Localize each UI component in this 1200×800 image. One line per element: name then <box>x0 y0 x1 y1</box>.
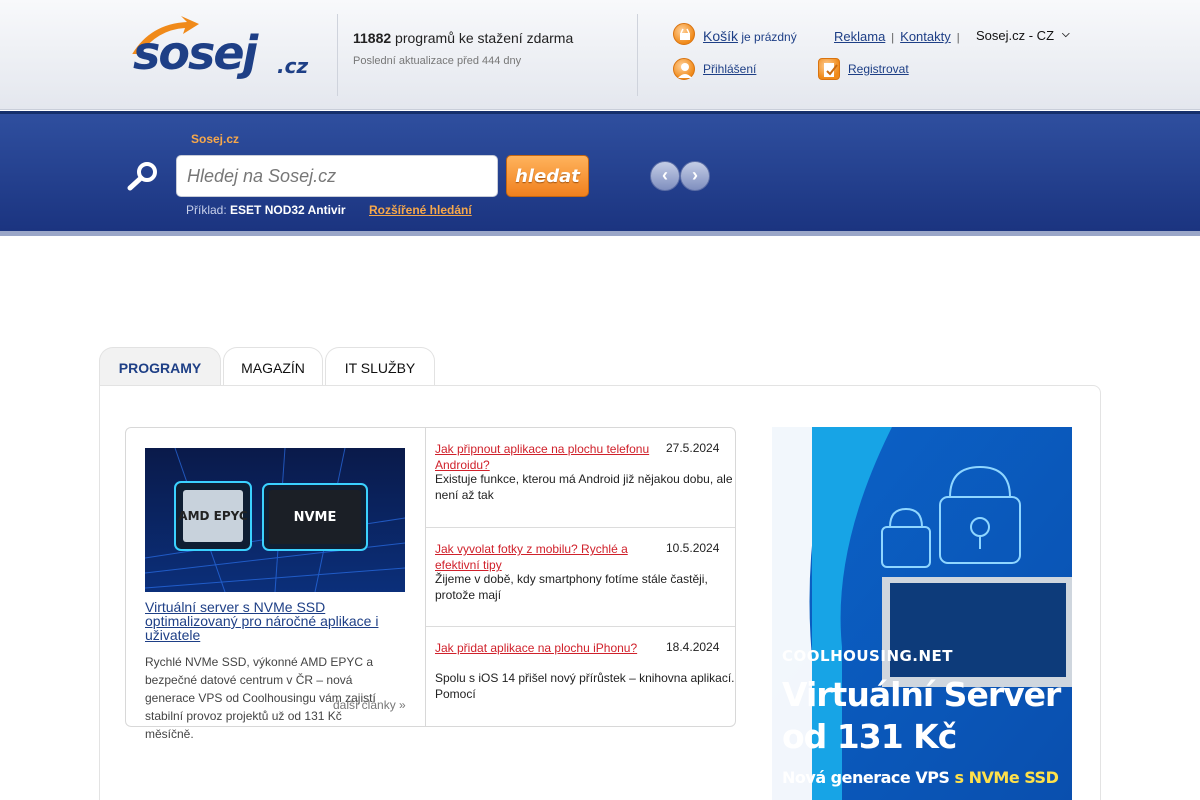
logo-domain: .cz <box>277 54 309 78</box>
chip-left-label: AMD EPYC <box>178 509 248 523</box>
advanced-search-link[interactable]: Rozšířené hledání <box>369 203 472 217</box>
program-count: 11882 <box>353 30 392 46</box>
news-separator <box>426 626 735 627</box>
contacts-link[interactable]: Kontakty <box>900 29 951 44</box>
register-icon[interactable] <box>818 58 840 80</box>
search-input[interactable] <box>176 155 498 197</box>
ad-brand: COOLHOUSING.NET <box>782 647 954 665</box>
chevron-down-icon: ⌵ <box>1062 29 1070 40</box>
last-update: Poslední aktualizace před 444 dny <box>353 55 522 67</box>
news-title[interactable]: Jak vyvolat fotky z mobilu? Rychlé a efe… <box>435 541 650 573</box>
site-header: sosej .cz 11882 programů ke stažení zdar… <box>0 0 1200 110</box>
advertisement-banner[interactable]: COOLHOUSING.NET Virtuální Server od 131 … <box>772 427 1072 800</box>
program-count-line: 11882 programů ke stažení zdarma <box>353 30 573 46</box>
cart-icon[interactable] <box>673 23 695 45</box>
program-count-suffix: programů ke stažení zdarma <box>391 30 574 46</box>
news-text: Spolu s iOS 14 přišel nový přírůstek – k… <box>435 671 735 701</box>
cart-empty-text: je prázdný <box>738 30 797 44</box>
example-label: Příklad: <box>186 203 231 217</box>
news-text: Žijeme v době, kdy smartphony fotíme stá… <box>435 572 708 602</box>
feature-image[interactable]: AMD EPYC NVME <box>145 448 405 592</box>
language-select[interactable]: Sosej.cz - CZ <box>972 26 1076 45</box>
search-bar: Sosej.cz hledat Příklad: ESET NOD32 Anti… <box>0 111 1200 231</box>
more-articles-link[interactable]: další články » <box>333 698 406 712</box>
logo-text: sosej <box>133 26 258 80</box>
news-separator <box>426 527 735 528</box>
register-link[interactable]: Registrovat <box>848 62 909 76</box>
tab-it-services[interactable]: IT SLUŽBY <box>325 347 435 387</box>
link-separator: | <box>956 32 960 44</box>
cart-link[interactable]: Košík <box>703 28 738 44</box>
ad-subtitle-prefix: Nová generace VPS <box>782 768 955 787</box>
ad-price: od 131 Kč <box>782 717 957 756</box>
top-links: Reklama | Kontakty | <box>834 29 966 44</box>
searchbar-underline <box>0 231 1200 236</box>
list-item: Jak přidat aplikace na plochu iPhonu? 18… <box>426 640 735 720</box>
news-title[interactable]: Jak připnout aplikace na plochu telefonu… <box>435 441 650 473</box>
ad-subtitle: Nová generace VPS s NVMe SSD <box>782 768 1059 787</box>
link-separator: | <box>891 32 895 44</box>
search-button[interactable]: hledat <box>506 155 589 197</box>
arrow-left-icon[interactable]: ‹ <box>650 161 680 191</box>
search-example: Příklad: ESET NOD32 Antivir <box>186 203 346 217</box>
ad-subtitle-highlight: s NVMe SSD <box>954 768 1059 787</box>
ad-title: Virtuální Server <box>782 675 1061 714</box>
news-text: Existuje funkce, kterou má Android již n… <box>435 472 733 502</box>
header-divider <box>637 14 638 96</box>
chip-right-label: NVME <box>294 510 337 525</box>
user-icon[interactable] <box>673 58 695 80</box>
news-date: 18.4.2024 <box>666 640 720 654</box>
cart-status: Košík je prázdný <box>703 28 797 44</box>
feature-title[interactable]: Virtuální server s NVMe SSD optimalizova… <box>145 600 405 642</box>
breadcrumb[interactable]: Sosej.cz <box>191 132 239 146</box>
login-link[interactable]: Přihlášení <box>703 62 756 76</box>
example-value[interactable]: ESET NOD32 Antivir <box>230 203 346 217</box>
list-item: Jak připnout aplikace na plochu telefonu… <box>426 441 735 521</box>
advertising-link[interactable]: Reklama <box>834 29 885 44</box>
news-date: 10.5.2024 <box>666 541 720 555</box>
arrow-right-icon[interactable]: › <box>680 161 710 191</box>
news-date: 27.5.2024 <box>666 441 720 455</box>
news-title[interactable]: Jak přidat aplikace na plochu iPhonu? <box>435 640 650 656</box>
search-icon <box>127 162 157 191</box>
sosej-logo[interactable]: sosej .cz <box>125 14 315 84</box>
tab-magazine[interactable]: MAGAZÍN <box>223 347 323 387</box>
header-divider <box>337 14 338 96</box>
tab-programs[interactable]: PROGRAMY <box>99 347 221 387</box>
list-item: Jak vyvolat fotky z mobilu? Rychlé a efe… <box>426 541 735 621</box>
